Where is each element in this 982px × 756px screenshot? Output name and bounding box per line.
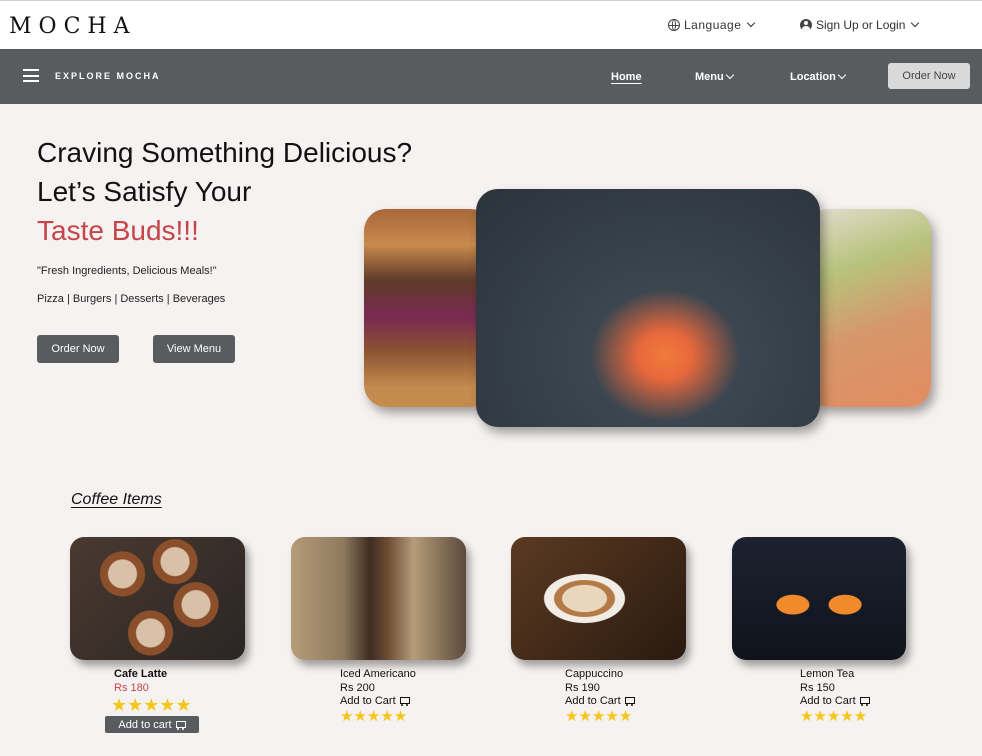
explore-label: EXPLORE MOCHA <box>55 71 161 81</box>
cart-icon <box>175 720 186 730</box>
add-to-cart-label: Add to cart <box>118 718 172 731</box>
add-to-cart-link[interactable]: Add to Cart <box>565 695 635 707</box>
top-bar: MOCHA Language Sign Up or Login <box>0 0 982 49</box>
add-to-cart-label: Add to Cart <box>800 695 856 707</box>
view-menu-button[interactable]: View Menu <box>153 335 235 363</box>
nav-menu-label: Menu <box>695 71 724 83</box>
chevron-down-icon <box>911 18 920 28</box>
user-icon <box>800 19 812 31</box>
rating-stars: ★★★★★ <box>340 708 408 725</box>
product-price: Rs 150 <box>800 682 835 694</box>
hero-tagline: "Fresh Ingredients, Delicious Meals!" <box>37 265 217 277</box>
signup-login-label: Sign Up or Login <box>816 18 906 32</box>
rating-stars: ★★★★★ <box>800 708 868 725</box>
burger-image <box>364 209 492 407</box>
iced-americano-image[interactable] <box>291 537 466 660</box>
hero-heading-line1: Craving Something Delicious? <box>37 137 413 168</box>
nav-location-label: Location <box>790 71 836 83</box>
coffee-items-title: Coffee Items <box>71 491 162 508</box>
product-price: Rs 200 <box>340 682 375 694</box>
chevron-down-icon <box>725 70 734 80</box>
cocktail-image <box>807 209 931 407</box>
hamburger-menu-icon[interactable] <box>23 69 39 82</box>
add-to-cart-label: Add to Cart <box>340 695 396 707</box>
logo[interactable]: MOCHA <box>9 14 136 39</box>
add-to-cart-link[interactable]: Add to Cart <box>340 695 410 707</box>
globe-icon <box>668 19 680 31</box>
hero-categories: Pizza | Burgers | Desserts | Beverages <box>37 293 226 305</box>
product-name: Cafe Latte <box>114 668 168 680</box>
signup-login-link[interactable]: Sign Up or Login <box>800 18 920 32</box>
rating-stars: ★★★★★ <box>565 708 633 725</box>
add-to-cart-label: Add to Cart <box>565 695 621 707</box>
nav-home[interactable]: Home <box>611 71 642 83</box>
product-price: Rs 190 <box>565 682 600 694</box>
product-price: Rs 180 <box>114 682 149 694</box>
hero-heading-line2: Let’s Satisfy Your <box>37 176 252 207</box>
add-to-cart-link[interactable]: Add to Cart <box>800 695 870 707</box>
product-name: Iced Americano <box>340 668 416 680</box>
language-label: Language <box>684 18 742 32</box>
nav-bar: EXPLORE MOCHA Home Menu Location Order N… <box>0 49 982 104</box>
cart-icon <box>624 696 635 706</box>
chevron-down-icon <box>837 70 847 80</box>
cappuccino-image[interactable] <box>511 537 686 660</box>
product-name: Lemon Tea <box>800 668 855 680</box>
language-selector[interactable]: Language <box>668 18 756 32</box>
nav-order-now-button[interactable]: Order Now <box>888 63 970 89</box>
lemon-tea-image[interactable] <box>732 537 906 660</box>
hero-order-now-button[interactable]: Order Now <box>37 335 119 363</box>
cafe-latte-image[interactable] <box>70 537 245 660</box>
rating-stars: ★★★★★ <box>111 695 192 715</box>
add-to-cart-button[interactable]: Add to cart <box>105 716 199 733</box>
nav-menu[interactable]: Menu <box>695 70 734 83</box>
nav-location[interactable]: Location <box>790 70 847 83</box>
cart-icon <box>859 696 870 706</box>
chevron-down-icon <box>747 18 756 28</box>
hero-heading-line3: Taste Buds!!! <box>37 215 199 246</box>
spritz-drink-image <box>476 189 820 427</box>
cart-icon <box>399 696 410 706</box>
product-name: Cappuccino <box>565 668 624 680</box>
